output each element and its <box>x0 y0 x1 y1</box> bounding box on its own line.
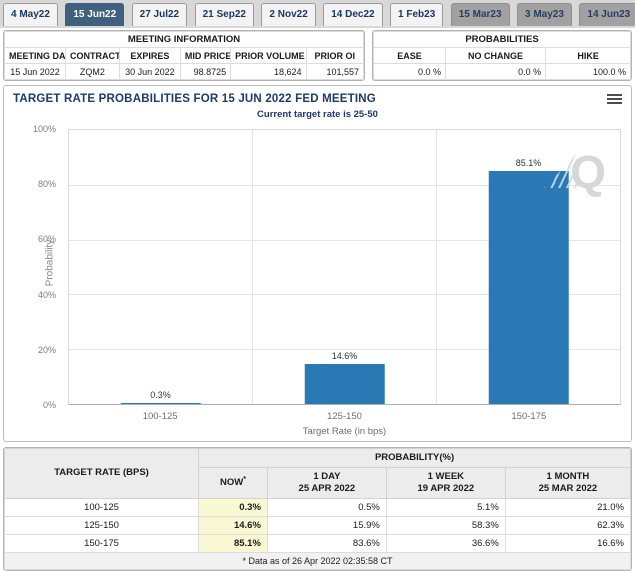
x-tick-125-150: 125-150 <box>252 411 436 422</box>
tab-4-may22[interactable]: 4 May22 <box>3 3 58 26</box>
meeting-date-value: 15 Jun 2022 <box>5 64 66 80</box>
probabilities-table: PROBABILITIES EASE NO CHANGE HIKE 0.0 % … <box>373 31 631 80</box>
bar-value-label-150-175: 85.1% <box>516 158 542 168</box>
expires-value: 30 Jun 2022 <box>119 64 180 80</box>
contract-value: ZQM2 <box>66 64 120 80</box>
col-prior-oi: PRIOR OI <box>306 48 364 64</box>
rate-cell: 125-150 <box>5 516 199 534</box>
now-cell: 85.1% <box>199 534 268 552</box>
chart-title: TARGET RATE PROBABILITIES FOR 15 JUN 202… <box>13 93 376 105</box>
tab-21-sep22[interactable]: 21 Sep22 <box>195 3 254 26</box>
info-row: MEETING INFORMATION MEETING DATE CONTRAC… <box>3 30 632 81</box>
bar-column-125-150: 14.6% <box>252 130 437 404</box>
probabilities-title: PROBABILITIES <box>374 32 631 48</box>
now-cell: 14.6% <box>199 516 268 534</box>
y-axis-title: Probability <box>45 240 56 287</box>
rate-cell: 100-125 <box>5 498 199 516</box>
table-row: 150-175 85.1% 83.6% 36.6% 16.6% <box>5 534 631 552</box>
chart-body: Probability 100% 80% 60% 40% 20% 0% 0.3%… <box>4 123 631 443</box>
tab-1-feb23[interactable]: 1 Feb23 <box>390 3 443 26</box>
chart-subtitle: Current target rate is 25-50 <box>4 109 631 120</box>
week-cell: 36.6% <box>386 534 505 552</box>
meeting-information-table: MEETING INFORMATION MEETING DATE CONTRAC… <box>4 31 364 80</box>
col-ease: EASE <box>374 48 446 64</box>
prior-volume-value: 18,624 <box>231 64 306 80</box>
col-target-rate-bps: TARGET RATE (BPS) <box>5 449 199 499</box>
tab-3-may23[interactable]: 3 May23 <box>517 3 572 26</box>
col-1-day: 1 DAY25 APR 2022 <box>267 467 386 498</box>
rate-cell: 150-175 <box>5 534 199 552</box>
prior-oi-value: 101,557 <box>306 64 364 80</box>
day-cell: 83.6% <box>267 534 386 552</box>
bar-column-100-125: 0.3% <box>69 130 252 404</box>
probability-bar-100-125 <box>120 403 201 404</box>
y-tick-80: 80% <box>4 179 56 189</box>
month-cell: 21.0% <box>505 498 630 516</box>
plot-area: 0.3% 14.6% 85.1% Q <box>68 129 621 405</box>
col-now: NOW* <box>199 467 268 498</box>
y-tick-40: 40% <box>4 290 56 300</box>
bar-value-label-125-150: 14.6% <box>332 351 358 361</box>
col-prior-volume: PRIOR VOLUME <box>231 48 306 64</box>
probability-bar-125-150 <box>304 364 385 404</box>
ease-value: 0.0 % <box>374 64 446 80</box>
mid-price-value: 98.8725 <box>180 64 230 80</box>
month-cell: 16.6% <box>505 534 630 552</box>
col-contract: CONTRACT <box>66 48 120 64</box>
month-cell: 62.3% <box>505 516 630 534</box>
meeting-date-tab-strip: 4 May22 15 Jun22 27 Jul22 21 Sep22 2 Nov… <box>0 0 635 28</box>
week-cell: 5.1% <box>386 498 505 516</box>
probability-bar-150-175 <box>488 171 569 404</box>
quikstrike-watermark: Q <box>544 152 606 192</box>
table-row: 125-150 14.6% 15.9% 58.3% 62.3% <box>5 516 631 534</box>
col-1-month: 1 MONTH25 MAR 2022 <box>505 467 630 498</box>
y-tick-100: 100% <box>4 124 56 134</box>
tab-14-jun23[interactable]: 14 Jun23 <box>579 3 635 26</box>
tab-14-dec22[interactable]: 14 Dec22 <box>323 3 382 26</box>
x-axis-title: Target Rate (in bps) <box>68 426 621 437</box>
week-cell: 58.3% <box>386 516 505 534</box>
now-cell: 0.3% <box>199 498 268 516</box>
day-cell: 0.5% <box>267 498 386 516</box>
y-tick-60: 60% <box>4 234 56 244</box>
x-tick-150-175: 150-175 <box>437 411 621 422</box>
probability-history-panel: TARGET RATE (BPS) PROBABILITY(%) NOW* 1 … <box>3 447 632 571</box>
y-tick-0: 0% <box>4 400 56 410</box>
probability-group-header: PROBABILITY(%) <box>199 449 631 468</box>
target-rate-chart-panel: TARGET RATE PROBABILITIES FOR 15 JUN 202… <box>3 85 632 442</box>
day-cell: 15.9% <box>267 516 386 534</box>
bar-value-label-100-125: 0.3% <box>150 390 171 400</box>
watermark-stripes-icon <box>544 152 578 188</box>
now-asterisk: * <box>243 476 246 483</box>
hike-value: 100.0 % <box>546 64 631 80</box>
x-axis-labels: 100-125 125-150 150-175 <box>68 411 621 422</box>
table-row: 100-125 0.3% 0.5% 5.1% 21.0% <box>5 498 631 516</box>
tab-27-jul22[interactable]: 27 Jul22 <box>132 3 187 26</box>
col-hike: HIKE <box>546 48 631 64</box>
tab-2-nov22[interactable]: 2 Nov22 <box>261 3 315 26</box>
col-mid-price: MID PRICE <box>180 48 230 64</box>
meeting-information-title: MEETING INFORMATION <box>5 32 364 48</box>
tab-15-mar23[interactable]: 15 Mar23 <box>451 3 510 26</box>
probability-history-table: TARGET RATE (BPS) PROBABILITY(%) NOW* 1 … <box>4 448 631 570</box>
probabilities-panel: PROBABILITIES EASE NO CHANGE HIKE 0.0 % … <box>372 30 632 81</box>
chart-menu-icon[interactable] <box>607 93 622 106</box>
col-meeting-date: MEETING DATE <box>5 48 66 64</box>
data-as-of-footnote: * Data as of 26 Apr 2022 02:35:58 CT <box>5 552 631 569</box>
chart-title-row: TARGET RATE PROBABILITIES FOR 15 JUN 202… <box>4 86 631 108</box>
y-tick-20: 20% <box>4 345 56 355</box>
col-expires: EXPIRES <box>119 48 180 64</box>
col-1-week: 1 WEEK19 APR 2022 <box>386 467 505 498</box>
tab-15-jun22[interactable]: 15 Jun22 <box>65 3 124 26</box>
no-change-value: 0.0 % <box>445 64 545 80</box>
meeting-information-panel: MEETING INFORMATION MEETING DATE CONTRAC… <box>3 30 365 81</box>
x-tick-100-125: 100-125 <box>68 411 252 422</box>
fedwatch-page: { "tabs": [ { "label": "4 May22", "state… <box>0 0 635 559</box>
col-no-change: NO CHANGE <box>445 48 545 64</box>
